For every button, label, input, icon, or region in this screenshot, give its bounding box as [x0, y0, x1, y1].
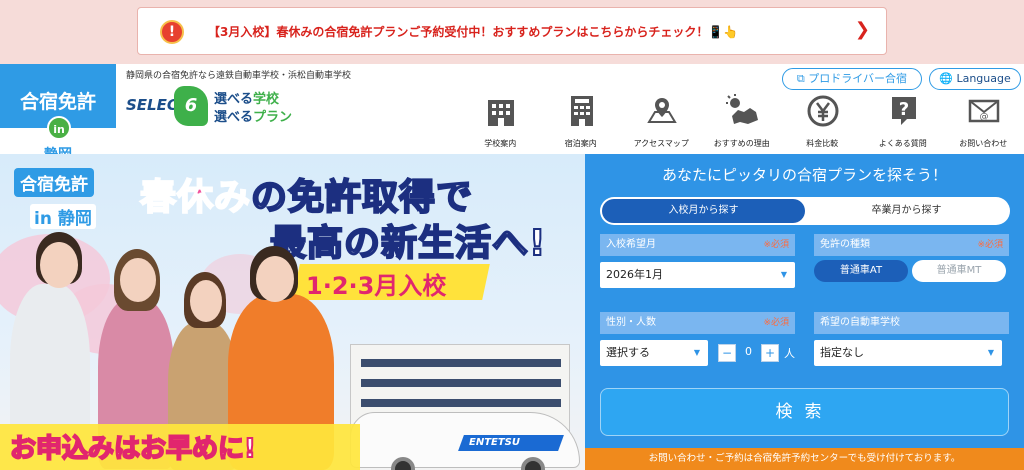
license-mt-option[interactable]: 普通車MT [912, 260, 1006, 282]
nav-item-reasons[interactable]: おすすめの理由 [702, 94, 783, 154]
hero-logo-text: 合宿免許 [14, 168, 94, 197]
hero-banner[interactable]: 合宿免許 in 静岡 春休みの免許取得で 最高の新生活へ! 1·2·3月入校 E… [0, 154, 585, 470]
caret-down-icon: ▼ [987, 348, 994, 357]
notice-banner-area: ! 【3月入校】春休みの合宿免許プランご予約受付中！おすすめプランはこちらからチ… [0, 0, 1024, 64]
count-plus-button[interactable]: + [761, 344, 779, 362]
count-minus-button[interactable]: − [718, 344, 736, 362]
gender-count-label: 性別・人数 ※必須 [600, 312, 795, 334]
site-header: 合宿免許 in 静岡 静岡県の合宿免許なら遠鉄自動車学校・浜松自動車学校 SEL… [0, 64, 1024, 163]
question-icon: ? [891, 97, 916, 125]
months-text: 1·2·3月入校 [306, 272, 447, 300]
license-type-label: 免許の種類 ※必須 [814, 234, 1009, 256]
school-building-icon [488, 100, 514, 126]
pro-driver-link[interactable]: ⧉ プロドライバー合宿 [782, 68, 922, 90]
language-button[interactable]: 🌐 Language [929, 68, 1021, 90]
select-number: 6 [174, 86, 208, 126]
logo-in-badge: in [47, 116, 71, 140]
entry-month-select[interactable]: 2026年1月 ▼ [600, 262, 795, 288]
svg-text:@: @ [980, 112, 989, 122]
required-mark: ※必須 [763, 240, 789, 250]
notice-banner[interactable]: ! 【3月入校】春休みの合宿免許プランご予約受付中！おすすめプランはこちらからチ… [137, 7, 887, 55]
site-tagline: 静岡県の合宿免許なら遠鉄自動車学校・浜松自動車学校 [126, 71, 352, 81]
map-pin-icon [647, 98, 677, 123]
car-brand-text: ENTETSU [469, 437, 520, 448]
count-value: 0 [745, 345, 752, 358]
search-tabs: 入校月から探す 卒業月から探す [600, 197, 1010, 225]
count-unit: 人 [784, 347, 795, 360]
select-line-2: 選べるプラン [214, 110, 293, 125]
nav-item-price[interactable]: 料金比較 [782, 94, 863, 154]
site-logo[interactable]: 合宿免許 in 静岡 [0, 64, 116, 163]
nav-item-faq[interactable]: ? よくある質問 [863, 94, 944, 154]
hero-headline-1: 春休みの免許取得で [139, 176, 474, 219]
logo-top-text: 合宿免許 [19, 91, 96, 113]
globe-icon: 🌐 [939, 72, 953, 85]
nav-item-contact[interactable]: @ お問い合わせ [943, 94, 1024, 154]
caret-down-icon: ▼ [693, 348, 700, 357]
nav-item-hotel[interactable]: 宿泊案内 [541, 94, 622, 154]
nav-item-access[interactable]: アクセスマップ [621, 94, 702, 154]
tab-entry-month[interactable]: 入校月から探す [602, 199, 805, 223]
hotel-icon [570, 96, 593, 126]
search-title: あなたにピッタリの合宿プランを探そう！ [661, 166, 947, 184]
nav-item-school[interactable]: 学校案内 [460, 94, 541, 154]
shizuoka-map-icon [725, 94, 758, 124]
main-nav: 学校案内 宿泊案内 アクセスマップ おすすめの理由 料金比較 ? よくある質問 … [460, 94, 1024, 154]
hero-cta-text: お申込みはお早めに! [9, 433, 257, 465]
alert-icon: ! [160, 20, 184, 44]
required-mark: ※必須 [763, 318, 789, 328]
school-select[interactable]: 指定なし ▼ [814, 340, 1002, 366]
chevron-right-icon[interactable]: ❯ [855, 19, 870, 40]
hero-headline-2: 最高の新生活へ! [269, 222, 547, 265]
driving-school-car: ENTETSU [350, 412, 580, 470]
tab-graduation-month[interactable]: 卒業月から探す [805, 199, 1008, 223]
entry-month-label: 入校希望月 ※必須 [600, 234, 795, 256]
caret-down-icon: ▼ [780, 270, 787, 279]
select6-logo[interactable]: SELECT 6 選べる学校 選べるプラン [126, 86, 316, 126]
contact-note: お問い合わせ・ご予約は合宿免許予約センターでも受け付けております。 [585, 448, 1024, 470]
search-button[interactable]: 検索 [600, 388, 1009, 436]
notice-text[interactable]: 【3月入校】春休みの合宿免許プランご予約受付中！おすすめプランはこちらからチェッ… [208, 23, 738, 40]
yen-icon [807, 95, 839, 127]
required-mark: ※必須 [977, 240, 1003, 250]
hero-logo-in-badge: in 静岡 [30, 204, 96, 229]
svg-text:?: ? [898, 99, 908, 120]
school-label: 希望の自動車学校 [814, 312, 1009, 334]
gender-select[interactable]: 選択する ▼ [600, 340, 708, 366]
select-line-1: 選べる学校 [214, 92, 280, 107]
mail-icon: @ [968, 99, 1000, 123]
license-at-option[interactable]: 普通車AT [814, 260, 908, 282]
plan-search-panel: あなたにピッタリの合宿プランを探そう！ 入校月から探す 卒業月から探す 入校希望… [585, 154, 1024, 448]
